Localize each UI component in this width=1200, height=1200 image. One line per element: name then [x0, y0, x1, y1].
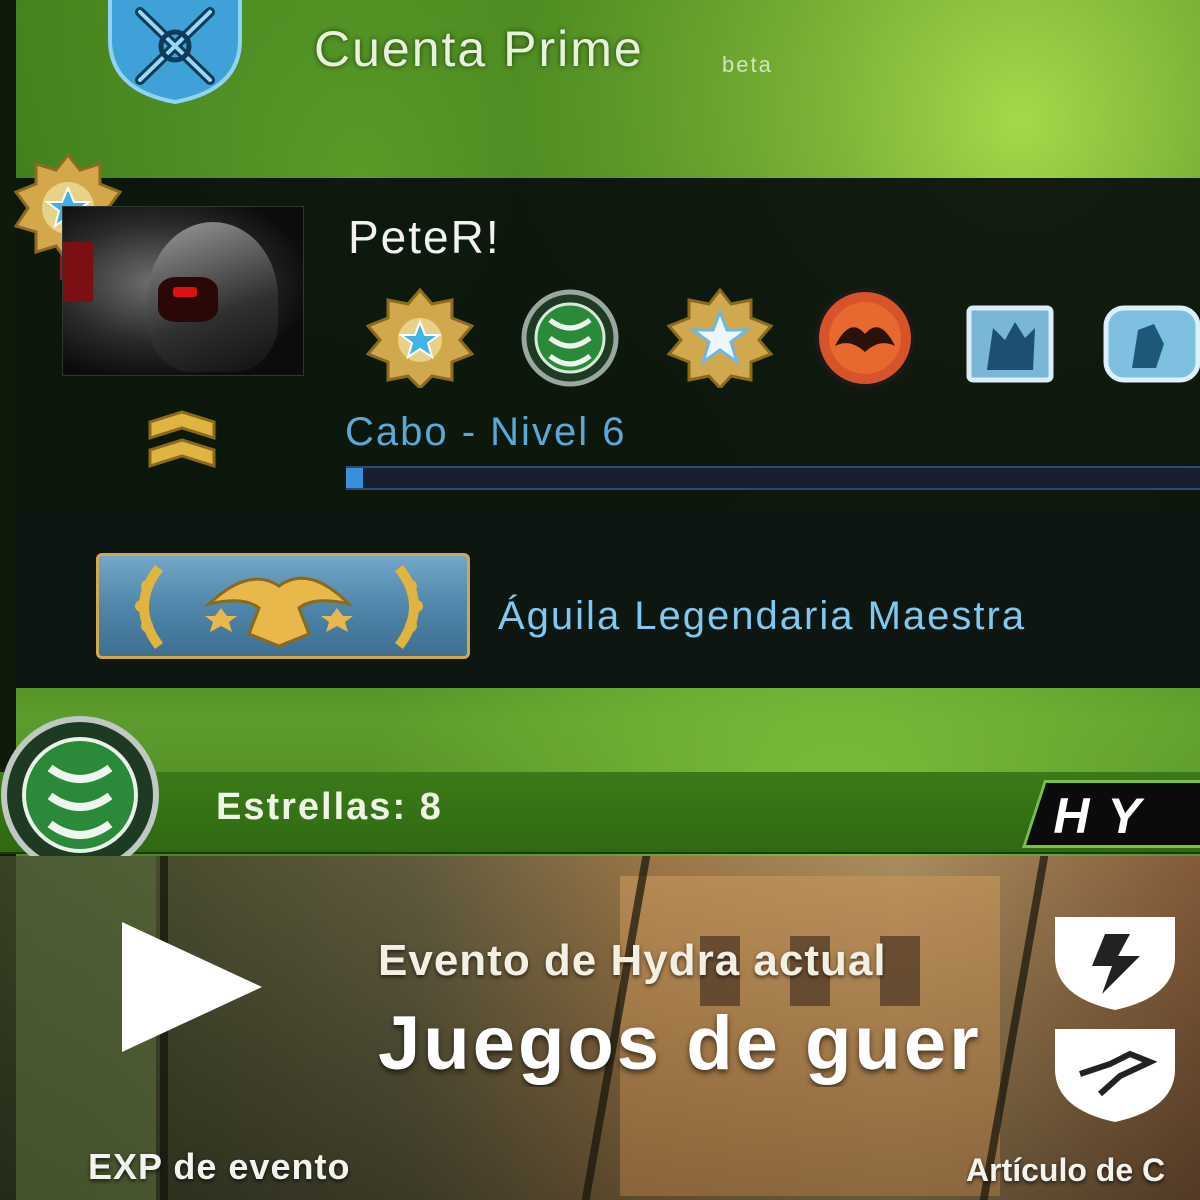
event-title: Evento de Hydra actual	[378, 936, 887, 985]
service-medal-icon[interactable]	[358, 288, 483, 388]
username[interactable]: PeteR!	[348, 210, 501, 264]
xp-progress-bar	[346, 466, 1200, 490]
prime-account-row[interactable]: Cuenta Prime beta	[100, 0, 1200, 110]
medal-showcase	[358, 288, 1200, 388]
skill-group-badge[interactable]	[96, 553, 470, 659]
skill-group-name: Águila Legendaria Maestra	[498, 594, 1027, 638]
hydra-stars-bar	[0, 772, 1200, 854]
pin-icon[interactable]	[1098, 288, 1200, 388]
event-item-label[interactable]: Artículo de C	[966, 1152, 1200, 1189]
service-medal-icon[interactable]	[663, 288, 778, 388]
prime-beta-tag: beta	[722, 52, 773, 77]
pin-icon[interactable]	[963, 288, 1058, 388]
stars-label: Estrellas: 8	[216, 786, 443, 828]
avatar[interactable]	[62, 206, 304, 376]
hydra-logo: HY	[1022, 780, 1200, 848]
prime-title: Cuenta Prime	[314, 21, 644, 77]
hydra-logo-text: HY	[1053, 788, 1159, 844]
prime-shield-icon	[108, 0, 242, 105]
eagle-icon	[135, 564, 423, 649]
lightning-shield-icon	[1055, 917, 1175, 1010]
hydra-coin-icon[interactable]	[508, 288, 633, 388]
xp-progress-fill	[346, 468, 364, 488]
runner-shield-icon	[1055, 1029, 1175, 1122]
skill-group-row: Águila Legendaria Maestra	[16, 510, 1200, 688]
rank-label: Cabo - Nivel 6	[345, 410, 627, 454]
operation-coin-icon[interactable]	[800, 288, 930, 388]
event-exp-label[interactable]: EXP de evento	[88, 1146, 350, 1188]
hydra-coin-icon[interactable]	[0, 710, 170, 880]
rank-chevron-icon	[148, 410, 216, 469]
play-icon[interactable]	[112, 912, 272, 1062]
